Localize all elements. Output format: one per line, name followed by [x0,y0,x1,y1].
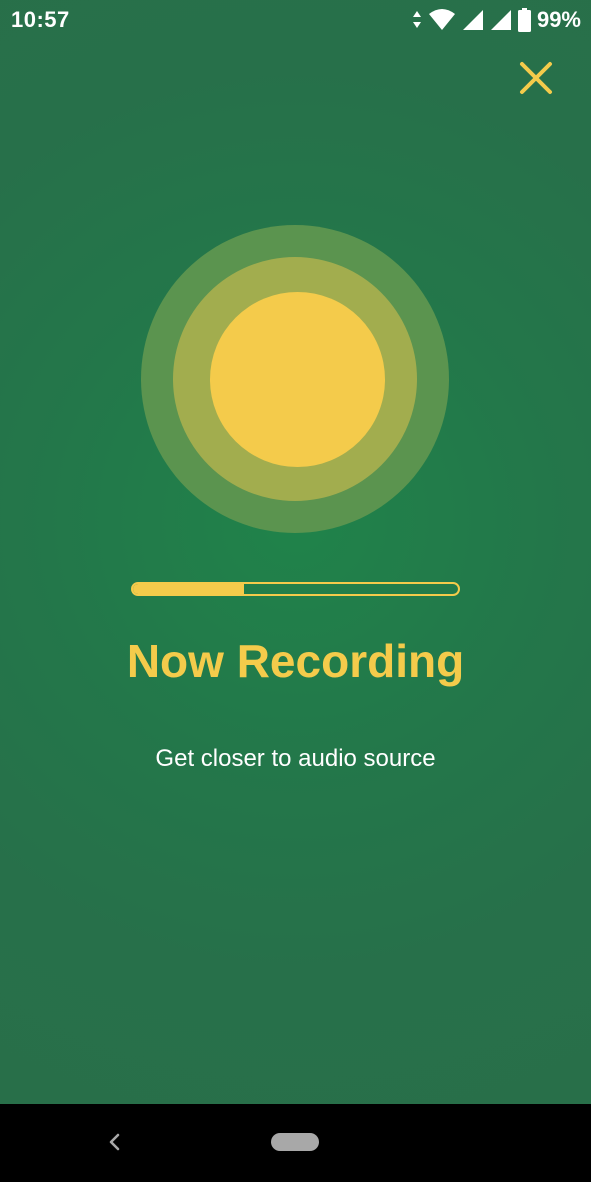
status-icons: 99% [412,6,581,34]
recording-orb-core [210,292,385,467]
recording-hint: Get closer to audio source [155,745,436,772]
signal-icon [462,9,484,31]
recording-title: Now Recording [126,635,465,687]
signal-icon [490,9,512,31]
data-arrows-icon [412,10,422,30]
navigation-bar [0,1104,591,1182]
wifi-icon [428,9,456,31]
back-button[interactable] [96,1124,132,1160]
recording-progress-fill [133,584,244,594]
status-bar: 10:57 99% [0,0,591,40]
battery-percent: 99% [536,7,581,32]
battery-icon [517,8,531,32]
home-pill-icon[interactable] [271,1133,319,1151]
app-background [0,0,591,1104]
back-icon [109,1133,120,1151]
recording-progress-bar [131,582,460,596]
close-button[interactable] [506,52,566,104]
recording-screen: 10:57 99% Now Recording Get closer to au… [0,0,591,1182]
close-icon [520,62,552,94]
status-time: 10:57 [11,7,70,32]
